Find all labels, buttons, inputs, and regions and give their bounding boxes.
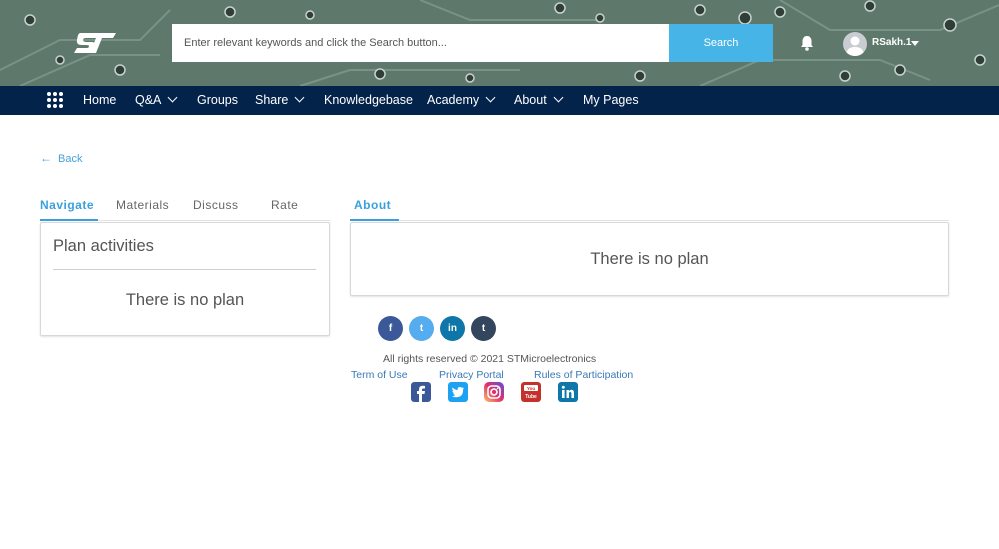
search-input[interactable]: Enter relevant keywords and click the Se… (172, 24, 669, 62)
nav-item-label: Groups (197, 93, 238, 107)
user-name[interactable]: RSakh.1 (872, 37, 911, 48)
nav-item-share[interactable]: Share (255, 86, 305, 115)
footer-link-terms[interactable]: Term of Use (351, 369, 408, 381)
panel-divider (53, 269, 316, 270)
user-avatar-icon[interactable] (843, 32, 867, 56)
nav-item-home[interactable]: Home (83, 86, 116, 115)
nav-item-label: Knowledgebase (324, 93, 413, 107)
active-tab-indicator (350, 219, 399, 221)
nav-item-label: My Pages (583, 93, 639, 107)
linkedin-icon[interactable] (558, 382, 578, 402)
chevron-down-icon (167, 92, 178, 103)
nav-item-groups[interactable]: Groups (197, 86, 238, 115)
footer-link-rules[interactable]: Rules of Participation (534, 369, 633, 381)
empty-plan-message: There is no plan (125, 291, 245, 309)
chevron-down-icon (553, 92, 564, 103)
header-banner: Enter relevant keywords and click the Se… (0, 0, 999, 86)
chevron-down-icon (294, 92, 305, 103)
tab-navigate[interactable]: Navigate (40, 198, 94, 212)
nav-item-label: About (514, 93, 547, 107)
tab-discuss[interactable]: Discuss (193, 198, 239, 212)
svg-text:Tube: Tube (525, 394, 537, 400)
tab-about[interactable]: About (354, 198, 391, 212)
grid-icon[interactable] (46, 91, 64, 109)
facebook-icon[interactable]: f (378, 316, 403, 341)
tab-bar-divider (350, 220, 949, 221)
back-link[interactable]: ← Back (40, 151, 82, 165)
svg-text:You: You (527, 386, 535, 391)
nav-item-label: Q&A (135, 93, 162, 107)
tab-rate[interactable]: Rate (271, 198, 298, 212)
search-button[interactable]: Search (669, 24, 773, 62)
panel-title: Plan activities (53, 237, 154, 255)
nav-item-label: Share (255, 93, 289, 107)
main-nav: Home Q&A Groups Share Knowledgebase Acad… (0, 86, 999, 115)
twitter-icon[interactable] (448, 382, 468, 402)
tumblr-icon[interactable]: t (471, 316, 496, 341)
nav-item-about[interactable]: About (514, 86, 564, 115)
back-link-label: Back (58, 153, 83, 165)
empty-plan-message: There is no plan (590, 250, 709, 268)
instagram-icon[interactable] (484, 382, 504, 402)
st-logo[interactable] (72, 29, 118, 57)
chevron-down-icon (485, 92, 496, 103)
nav-item-label: Academy (427, 93, 480, 107)
nav-item-academy[interactable]: Academy (427, 86, 496, 115)
tab-materials[interactable]: Materials (116, 198, 169, 212)
nav-item-label: Home (83, 93, 117, 107)
copyright-label: All rights reserved © 2021 STMicroelectr… (383, 353, 597, 365)
nav-item-my-pages[interactable]: My Pages (583, 86, 639, 115)
facebook-icon[interactable] (411, 382, 431, 402)
bell-icon[interactable] (798, 34, 816, 52)
youtube-icon[interactable]: You Tube (521, 382, 541, 402)
twitter-icon[interactable]: t (409, 316, 434, 341)
caret-down-icon[interactable] (911, 41, 919, 46)
nav-item-qa[interactable]: Q&A (135, 86, 178, 115)
active-tab-indicator (40, 219, 98, 221)
nav-item-knowledgebase[interactable]: Knowledgebase (324, 86, 413, 115)
footer-link-privacy[interactable]: Privacy Portal (439, 369, 504, 381)
arrow-left-icon: ← (40, 151, 52, 165)
linkedin-icon[interactable]: in (440, 316, 465, 341)
